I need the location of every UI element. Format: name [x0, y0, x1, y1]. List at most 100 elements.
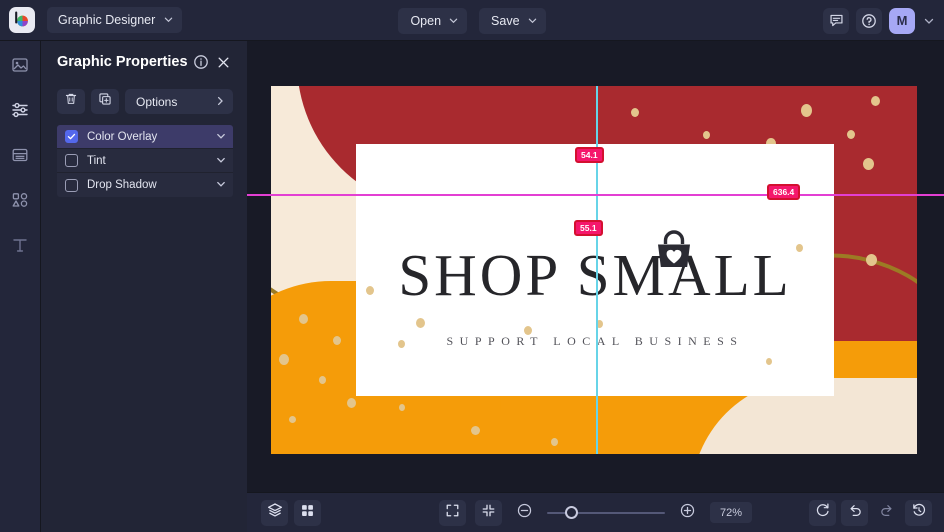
undo-button[interactable]: [841, 499, 868, 526]
confetti-dot: [631, 108, 639, 117]
zoom-out-icon: [516, 502, 533, 524]
reset-icon: [815, 502, 831, 523]
document-name-label: Graphic Designer: [58, 13, 156, 27]
confetti-dot: [866, 254, 877, 266]
confetti-dot: [863, 158, 874, 170]
effect-checkbox-drop-shadow[interactable]: [65, 178, 78, 192]
confetti-dot: [279, 354, 289, 365]
graphic-properties-panel: Graphic Properties Options Color Overlay…: [41, 41, 247, 532]
subline-text[interactable]: SUPPORT LOCAL BUSINESS: [356, 334, 834, 349]
redo-icon: [879, 502, 895, 523]
grid-button[interactable]: [294, 499, 321, 526]
options-label: Options: [136, 94, 178, 109]
app-window: Graphic Designer Open Save M Graphic Pro…: [0, 0, 944, 532]
chevron-down-icon: [528, 14, 537, 28]
effect-label: Drop Shadow: [87, 179, 157, 191]
color-wheel-logo[interactable]: [9, 7, 35, 33]
layers-icon: [267, 502, 283, 523]
history-controls: [809, 499, 932, 526]
effect-checkbox-color-overlay[interactable]: [65, 130, 78, 143]
measurement-badge-bottom[interactable]: 55.1: [574, 220, 603, 236]
redo-button[interactable]: [873, 500, 900, 526]
shapes-icon: [11, 191, 29, 214]
history-button[interactable]: [905, 499, 932, 526]
chevron-down-icon[interactable]: [216, 176, 226, 194]
avatar-initial: M: [896, 13, 908, 28]
page-title: Graphic Properties: [57, 54, 188, 70]
effect-label: Color Overlay: [87, 130, 158, 143]
chevron-down-icon: [164, 13, 173, 27]
top-bar-right-group: M: [823, 0, 936, 41]
sidebar-item-image[interactable]: [5, 53, 35, 81]
delete-button[interactable]: [57, 89, 85, 114]
confetti-dot: [847, 130, 855, 139]
chevron-right-icon: [215, 95, 225, 109]
open-button[interactable]: Open: [398, 7, 468, 34]
confetti-dot: [703, 131, 710, 139]
duplicate-button[interactable]: [91, 89, 119, 114]
zoom-in-button[interactable]: [674, 500, 701, 526]
shopping-bag-heart-icon[interactable]: [652, 228, 696, 275]
confetti-dot: [333, 336, 341, 345]
reset-button[interactable]: [809, 499, 836, 526]
horizontal-guide-line[interactable]: [247, 194, 944, 196]
grid-icon: [300, 503, 315, 523]
duplicate-icon: [98, 92, 112, 111]
info-circle-icon[interactable]: [192, 52, 211, 72]
fullscreen-button[interactable]: [439, 499, 466, 526]
confetti-dot: [766, 358, 772, 365]
zoom-out-button[interactable]: [511, 500, 538, 526]
design-canvas[interactable]: SHOP SMALL SUPPORT LOCAL BUSINESS: [271, 86, 917, 454]
fit-to-screen-button[interactable]: [475, 499, 502, 526]
avatar[interactable]: M: [889, 7, 915, 34]
white-content-card: SHOP SMALL SUPPORT LOCAL BUSINESS: [356, 144, 834, 396]
effect-row-color-overlay[interactable]: Color Overlay: [57, 125, 233, 149]
effect-row-drop-shadow[interactable]: Drop Shadow: [57, 173, 233, 197]
chevron-down-icon[interactable]: [216, 128, 226, 146]
tool-rail: [0, 41, 41, 532]
adjustments-icon: [11, 101, 29, 124]
chevron-down-icon[interactable]: [216, 152, 226, 170]
save-button[interactable]: Save: [479, 7, 546, 34]
sidebar-item-layout[interactable]: [5, 143, 35, 171]
account-chevron-down-icon[interactable]: [922, 16, 936, 26]
zoom-slider[interactable]: [547, 503, 665, 523]
vertical-guide-line[interactable]: [596, 86, 598, 454]
effect-row-tint[interactable]: Tint: [57, 149, 233, 173]
confetti-dot: [319, 376, 326, 384]
panel-header: Graphic Properties: [41, 41, 247, 83]
bottom-toolbar: 72%: [247, 492, 944, 532]
fit-to-screen-icon: [481, 503, 496, 523]
effect-checkbox-tint[interactable]: [65, 154, 78, 167]
layers-button[interactable]: [261, 499, 288, 526]
confetti-dot: [347, 398, 356, 408]
close-icon[interactable]: [214, 52, 233, 72]
sidebar-item-text[interactable]: [5, 233, 35, 261]
confetti-dot: [289, 416, 296, 423]
bottom-left-group: [261, 499, 321, 526]
text-icon: [11, 236, 29, 259]
confetti-dot: [299, 314, 308, 324]
fullscreen-icon: [445, 503, 460, 523]
zoom-level-value[interactable]: 72%: [710, 502, 752, 523]
confetti-dot: [399, 404, 405, 411]
save-label: Save: [491, 13, 520, 28]
canvas-workspace[interactable]: SHOP SMALL SUPPORT LOCAL BUSINESS 54.1 5…: [247, 41, 944, 532]
measurement-badge-top[interactable]: 54.1: [575, 147, 604, 163]
options-button[interactable]: Options: [125, 89, 233, 114]
confetti-dot: [416, 318, 425, 328]
sidebar-item-shapes[interactable]: [5, 188, 35, 216]
sidebar-item-adjustments[interactable]: [5, 98, 35, 126]
undo-icon: [847, 502, 863, 523]
layout-icon: [11, 146, 29, 169]
chevron-down-icon: [449, 14, 458, 28]
measurement-badge-right[interactable]: 636.4: [767, 184, 801, 200]
comment-icon[interactable]: [823, 7, 849, 34]
panel-toolbar: Options: [41, 89, 247, 114]
trash-icon: [64, 92, 78, 111]
document-name-dropdown[interactable]: Graphic Designer: [47, 7, 183, 33]
help-circle-icon[interactable]: [856, 7, 882, 34]
effect-label: Tint: [87, 154, 106, 167]
headline-text[interactable]: SHOP SMALL: [356, 246, 834, 305]
zoom-slider-knob[interactable]: [565, 506, 578, 519]
